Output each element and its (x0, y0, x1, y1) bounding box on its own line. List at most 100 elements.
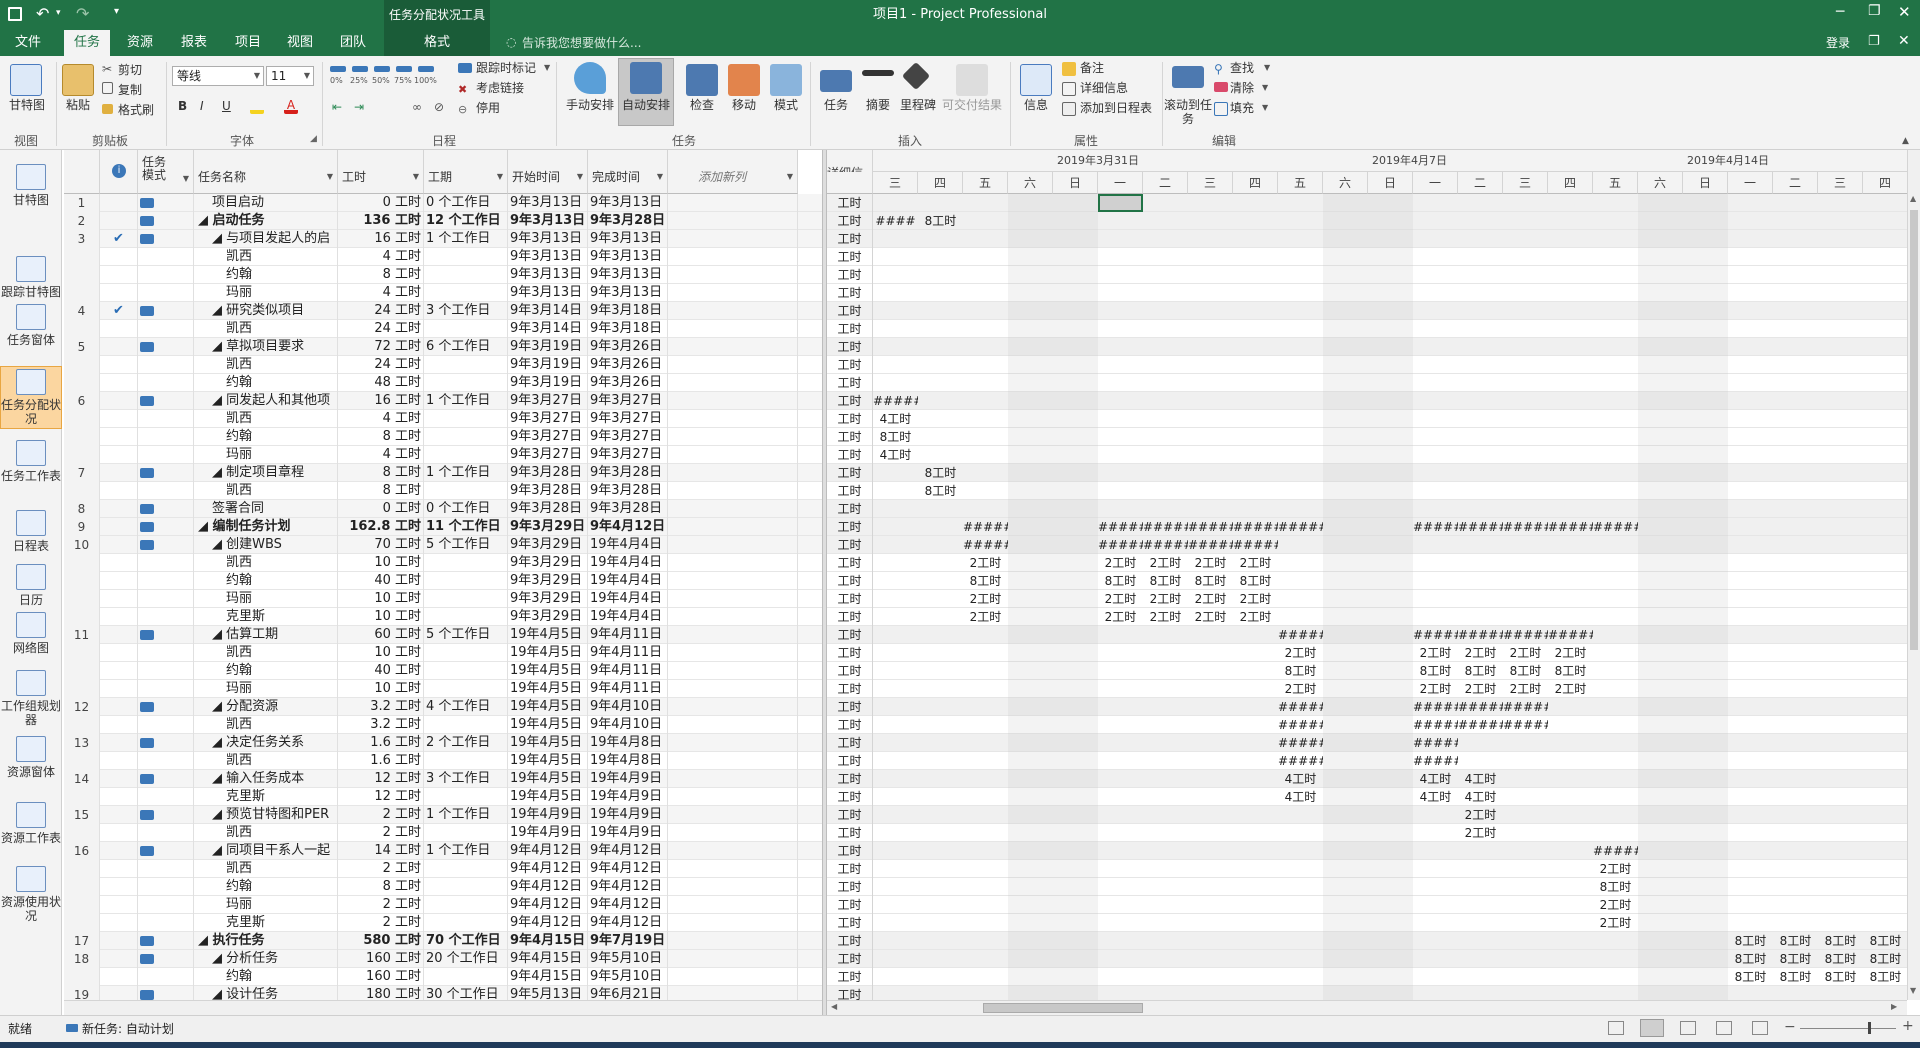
table-row[interactable]: 1 项目启动 0 工时 0 个工作日 9年3月13日 9年3月13日 (64, 194, 822, 212)
start-cell[interactable]: 9年3月27日 (508, 428, 588, 446)
row-number[interactable] (64, 824, 100, 842)
start-cell[interactable]: 9年4月15日 (508, 968, 588, 986)
start-cell[interactable]: 19年4月5日 (508, 770, 588, 788)
nav-item-6[interactable]: 日历 (0, 562, 62, 609)
task-mode-cell[interactable] (138, 374, 194, 392)
indicator-cell[interactable] (100, 698, 138, 716)
work-value-cell[interactable]: ##### (1278, 752, 1323, 770)
work-value-cell[interactable]: 8工时 (1503, 662, 1548, 680)
finish-cell[interactable]: 9年4月12日 (588, 914, 668, 932)
finish-cell[interactable]: 19年4月4日 (588, 608, 668, 626)
duration-cell[interactable] (424, 914, 508, 932)
work-cell[interactable]: 12 工时 (338, 788, 424, 806)
finish-cell[interactable]: 9年7月19日 (588, 932, 668, 950)
gantt-chart-icon[interactable] (10, 64, 42, 96)
add-column-cell[interactable] (668, 680, 798, 698)
ribbon-display-icon[interactable]: ❐ (1868, 34, 1880, 49)
tab-file[interactable]: 文件 (0, 30, 56, 56)
table-row[interactable]: 玛丽 2 工时 9年4月12日 9年4月12日 (64, 896, 822, 914)
move-icon[interactable] (728, 64, 760, 96)
task-mode-cell[interactable] (138, 212, 194, 230)
nav-item-2[interactable]: 任务窗体 (0, 302, 62, 349)
task-name-cell[interactable]: 凯西 (194, 554, 338, 572)
task-mode-cell[interactable] (138, 284, 194, 302)
finish-cell[interactable]: 9年3月26日 (588, 356, 668, 374)
task-mode-cell[interactable] (138, 194, 194, 212)
column-header-duration[interactable]: 工期 ▼ (424, 150, 508, 194)
task-mode-cell[interactable] (138, 878, 194, 896)
row-number[interactable] (64, 608, 100, 626)
task-name-cell[interactable]: 约翰 (194, 878, 338, 896)
find-button[interactable]: 查找 (1230, 60, 1254, 76)
table-row[interactable]: 玛丽 10 工时 19年4月5日 9年4月11日 (64, 680, 822, 698)
task-name-cell[interactable]: ◢ 启动任务 (194, 212, 338, 230)
row-number[interactable] (64, 644, 100, 662)
indicator-cell[interactable] (100, 536, 138, 554)
work-value-cell[interactable]: 4工时 (1458, 788, 1503, 806)
task-name-cell[interactable]: 凯西 (194, 356, 338, 374)
work-value-cell[interactable]: 2工时 (1458, 806, 1503, 824)
work-value-cell[interactable]: 4工时 (873, 410, 918, 428)
task-mode-cell[interactable] (138, 770, 194, 788)
work-value-cell[interactable]: 2工时 (1143, 608, 1188, 626)
work-value-cell[interactable]: ##### (1458, 698, 1503, 716)
work-value-cell[interactable]: ##### (1458, 626, 1503, 644)
work-value-cell[interactable]: 8工时 (873, 428, 918, 446)
row-number[interactable] (64, 482, 100, 500)
task-mode-cell[interactable] (138, 788, 194, 806)
duration-cell[interactable] (424, 680, 508, 698)
task-name-cell[interactable]: 凯西 (194, 752, 338, 770)
table-row[interactable]: 约翰 40 工时 9年3月29日 19年4月4日 (64, 572, 822, 590)
row-number[interactable]: 14 (64, 770, 100, 788)
duration-cell[interactable] (424, 788, 508, 806)
start-cell[interactable]: 9年3月19日 (508, 356, 588, 374)
start-cell[interactable]: 9年4月15日 (508, 950, 588, 968)
font-family-combo[interactable]: 等线 ▼ (172, 66, 264, 86)
work-value-cell[interactable]: 2工时 (1503, 680, 1548, 698)
indicator-cell[interactable] (100, 212, 138, 230)
add-column-cell[interactable] (668, 428, 798, 446)
work-cell[interactable]: 10 工时 (338, 644, 424, 662)
row-number[interactable]: 6 (64, 392, 100, 410)
table-row[interactable]: 6 ◢ 同发起人和其他项 16 工时 1 个工作日 9年3月27日 9年3月27日 (64, 392, 822, 410)
finish-cell[interactable]: 9年4月10日 (588, 716, 668, 734)
duration-cell[interactable]: 0 个工作日 (424, 500, 508, 518)
work-cell[interactable]: 0 工时 (338, 500, 424, 518)
work-cell[interactable]: 16 工时 (338, 230, 424, 248)
start-cell[interactable]: 9年4月12日 (508, 878, 588, 896)
table-row[interactable]: 18 ◢ 分析任务 160 工时 20 个工作日 9年4月15日 9年5月10日 (64, 950, 822, 968)
work-value-cell[interactable]: 2工时 (1458, 644, 1503, 662)
add-column-cell[interactable] (668, 824, 798, 842)
chevron-down-icon[interactable]: ▼ (544, 63, 550, 72)
row-number[interactable]: 5 (64, 338, 100, 356)
table-row[interactable]: 凯西 4 工时 9年3月27日 9年3月27日 (64, 410, 822, 428)
work-cell[interactable]: 2 工时 (338, 896, 424, 914)
task-name-cell[interactable]: 玛丽 (194, 284, 338, 302)
indicator-cell[interactable] (100, 320, 138, 338)
work-value-cell[interactable]: 4工时 (1413, 788, 1458, 806)
finish-cell[interactable]: 9年4月12日 (588, 860, 668, 878)
work-cell[interactable]: 10 工时 (338, 680, 424, 698)
indicator-cell[interactable] (100, 878, 138, 896)
work-cell[interactable]: 40 工时 (338, 662, 424, 680)
indicator-cell[interactable] (100, 284, 138, 302)
indicator-cell[interactable] (100, 950, 138, 968)
save-icon[interactable] (8, 7, 22, 21)
scroll-to-task-button[interactable]: 滚动到任务 (1164, 98, 1212, 126)
auto-schedule-icon[interactable] (630, 62, 662, 94)
tell-me-search[interactable]: 告诉我您想要做什么... (522, 30, 641, 56)
task-mode-cell[interactable] (138, 806, 194, 824)
row-number[interactable]: 15 (64, 806, 100, 824)
table-row[interactable]: 15 ◢ 预览甘特图和PER 2 工时 1 个工作日 19年4月9日 19年4月9日 (64, 806, 822, 824)
work-cell[interactable]: 40 工时 (338, 572, 424, 590)
task-name-cell[interactable]: 凯西 (194, 644, 338, 662)
task-mode-cell[interactable] (138, 230, 194, 248)
finish-cell[interactable]: 9年5月10日 (588, 968, 668, 986)
grid-horizontal-scrollbar[interactable] (64, 1000, 822, 1015)
add-to-timeline-button[interactable]: 添加到日程表 (1080, 100, 1152, 116)
work-value-cell[interactable]: 8工时 (1818, 932, 1863, 950)
finish-cell[interactable]: 19年4月9日 (588, 770, 668, 788)
table-row[interactable]: 约翰 160 工时 9年4月15日 9年5月10日 (64, 968, 822, 986)
task-name-cell[interactable]: ◢ 估算工期 (194, 626, 338, 644)
duration-cell[interactable] (424, 572, 508, 590)
